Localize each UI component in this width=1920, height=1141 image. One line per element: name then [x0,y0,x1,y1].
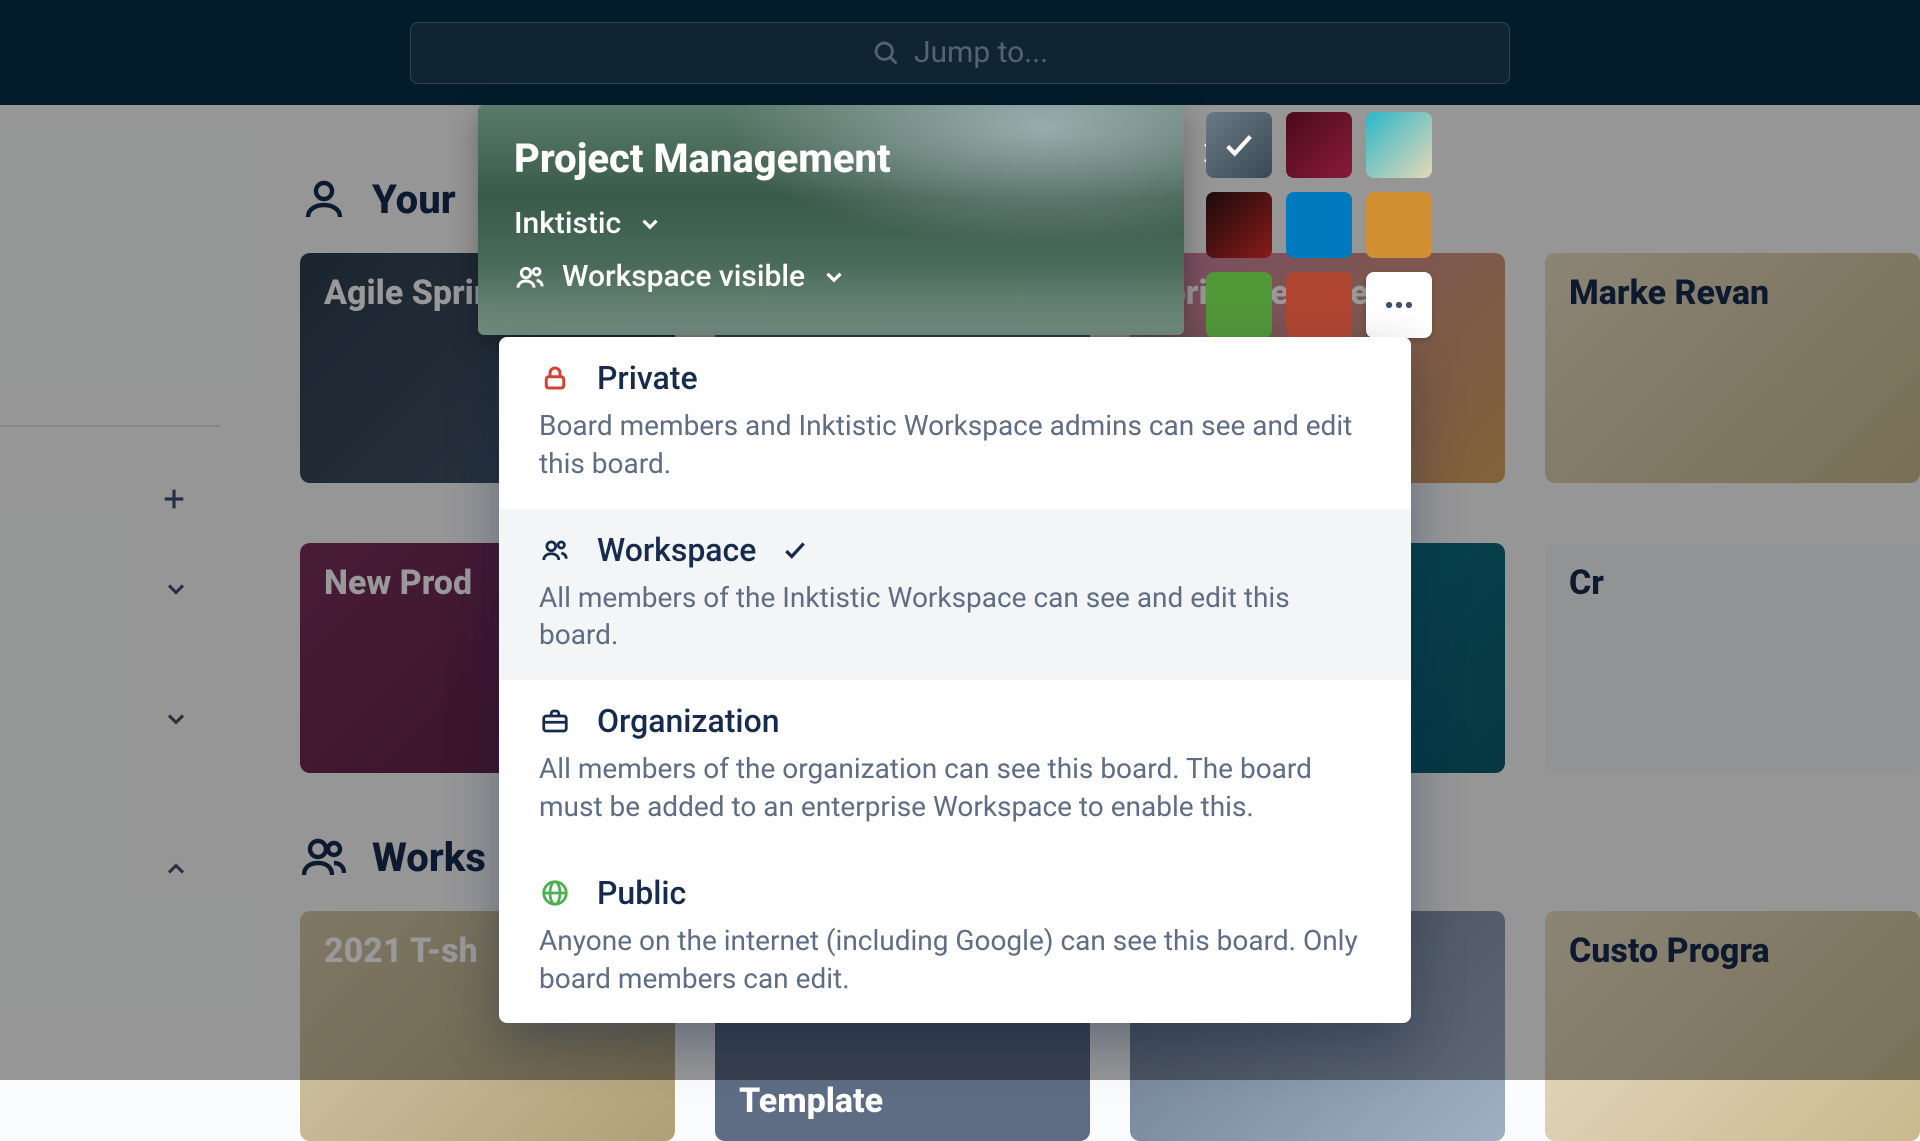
visibility-select[interactable]: Workspace visible [514,259,1148,294]
sidebar-item-al[interactable]: al [0,677,220,767]
sidebar-item-ces[interactable]: CES [0,457,220,547]
board-card[interactable]: Marke Revan [1545,253,1920,483]
sidebar-item-collapse[interactable] [0,547,220,637]
bg-swatch-more[interactable] [1366,272,1432,338]
chevron-down-icon [162,575,190,610]
board-title-input[interactable]: Project Management [514,135,1148,182]
create-board-modal: Project Management Inktistic Workspace v… [478,105,1184,335]
visibility-option-public[interactable]: Public Anyone on the internet (including… [499,852,1411,1024]
check-icon [1222,128,1256,162]
bg-swatch-green[interactable] [1206,272,1272,338]
bg-swatch-lava[interactable] [1206,192,1272,258]
visibility-option-label: Public [597,874,686,912]
bg-swatch-wave[interactable] [1366,112,1432,178]
bg-swatch-blue[interactable] [1286,192,1352,258]
bg-swatch-mountains[interactable] [1206,112,1272,178]
visibility-label: Workspace visible [562,259,805,294]
bg-swatch-rust[interactable] [1286,272,1352,338]
people-icon [514,261,546,293]
visibility-option-workspace[interactable]: Workspace All members of the Inktistic W… [499,509,1411,681]
plus-icon[interactable] [158,483,190,522]
left-sidebar: CES al [0,105,220,917]
search-placeholder: Jump to... [914,35,1048,70]
visibility-option-desc: Anyone on the internet (including Google… [539,922,1371,998]
sidebar-divider [0,425,220,427]
jump-to-search[interactable]: Jump to... [410,22,1510,84]
briefcase-icon [539,705,571,737]
visibility-option-desc: All members of the organization can see … [539,750,1371,826]
board-card[interactable]: Cr [1545,543,1920,773]
background-swatches [1206,112,1432,338]
visibility-popover: Private Board members and Inktistic Work… [499,337,1411,1023]
workspace-select[interactable]: Inktistic [514,206,1148,241]
chevron-down-icon [637,211,663,237]
people-icon [300,833,348,881]
visibility-option-label: Private [597,359,698,397]
check-icon [782,537,808,563]
person-icon [300,175,348,223]
create-board-preview: Project Management Inktistic Workspace v… [478,105,1184,335]
visibility-option-label: Workspace [597,531,756,569]
visibility-option-label: Organization [597,702,780,740]
more-icon [1382,288,1416,322]
top-bar: Jump to... [0,0,1920,105]
bg-swatch-orange[interactable] [1366,192,1432,258]
bg-swatch-red-forest[interactable] [1286,112,1352,178]
sidebar-item-collapse-2[interactable] [0,827,220,917]
chevron-down-icon [821,264,847,290]
visibility-option-desc: All members of the Inktistic Workspace c… [539,579,1371,655]
visibility-option-desc: Board members and Inktistic Workspace ad… [539,407,1371,483]
globe-icon [539,877,571,909]
people-icon [539,534,571,566]
visibility-option-private[interactable]: Private Board members and Inktistic Work… [499,337,1411,509]
visibility-option-organization[interactable]: Organization All members of the organiza… [499,680,1411,852]
chevron-up-icon [162,855,190,890]
board-card[interactable]: Custo Progra [1545,911,1920,1141]
lock-icon [539,362,571,394]
workspace-name: Inktistic [514,206,621,241]
chevron-down-icon [162,705,190,740]
search-icon [872,39,900,67]
